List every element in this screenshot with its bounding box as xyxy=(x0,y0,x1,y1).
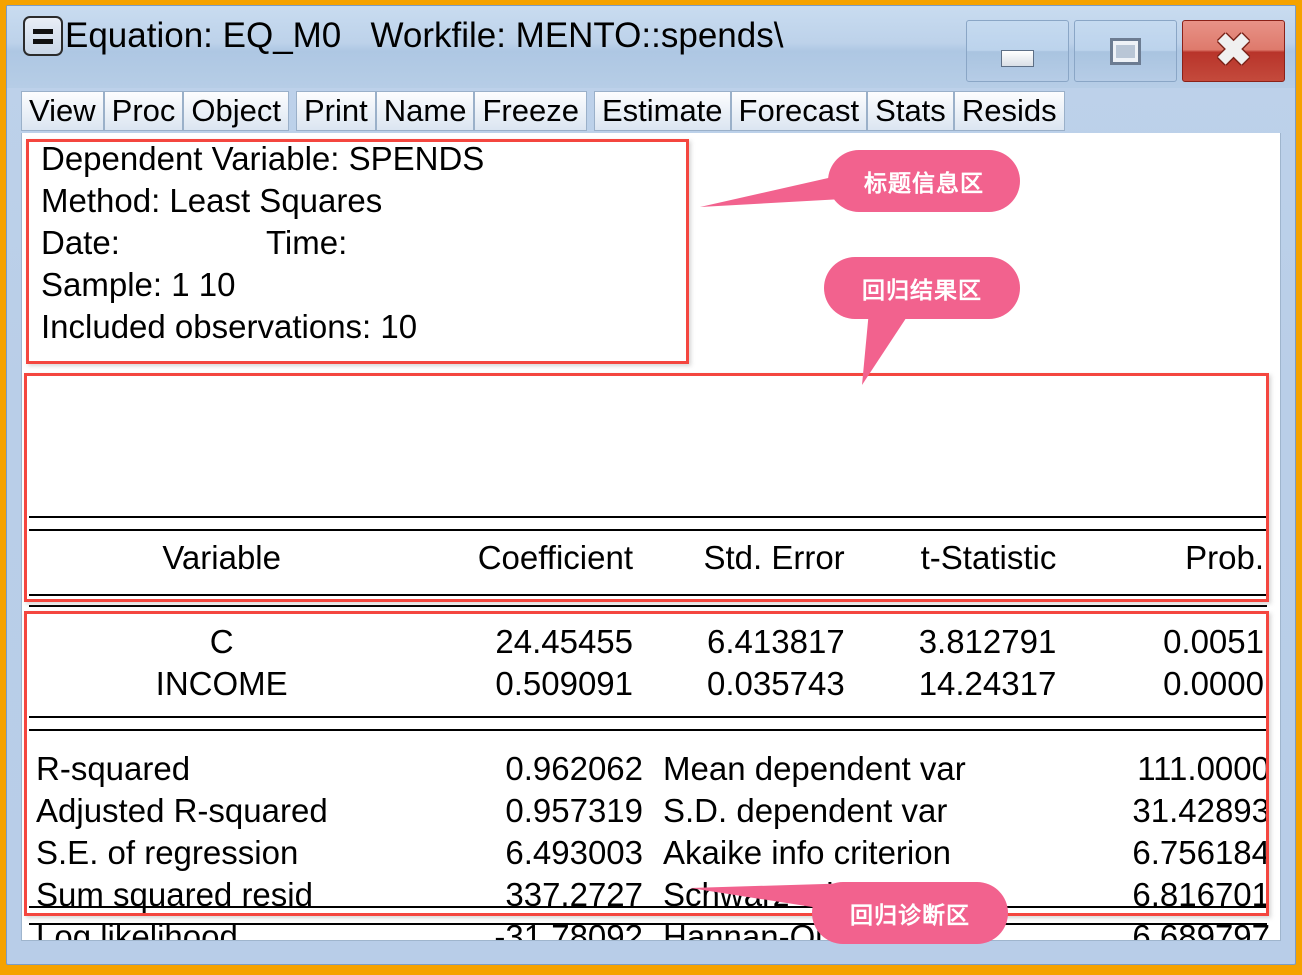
minimize-button[interactable] xyxy=(966,20,1069,82)
stat-value-right: 6.689797 xyxy=(1074,918,1270,941)
equation-toolbar: View Proc Object Print Name Freeze Estim… xyxy=(21,91,1065,131)
coefficient-table-header: Variable Coefficient Std. Error t-Statis… xyxy=(22,535,1270,581)
stat-label-right: Mean dependent var xyxy=(643,750,1074,788)
stat-label-left: R-squared xyxy=(22,750,447,788)
equation-output-panel: Dependent Variable: SPENDS Method: Least… xyxy=(21,133,1281,941)
callout-label: 回归诊断区 xyxy=(850,896,970,930)
cell-t-statistic: 3.812791 xyxy=(845,623,1057,661)
table-row: R-squared 0.962062 Mean dependent var 11… xyxy=(22,748,1270,790)
toolbar-button-print[interactable]: Print xyxy=(296,91,376,131)
callout-regression-diagnostics: 回归诊断区 xyxy=(812,882,1008,944)
stat-value-right: 6.756184 xyxy=(1074,834,1270,872)
toolbar-button-stats[interactable]: Stats xyxy=(867,91,954,131)
close-icon: ✖ xyxy=(1215,29,1252,73)
cell-prob: 0.0051 xyxy=(1056,623,1270,661)
column-header-variable: Variable xyxy=(22,539,421,577)
eviews-equation-window: Equation: EQ_M0 Workfile: MENTO::spends\… xyxy=(6,5,1296,965)
stat-value-left: 337.2727 xyxy=(447,876,643,914)
toolbar-button-forecast[interactable]: Forecast xyxy=(731,91,868,131)
column-header-t-statistic: t-Statistic xyxy=(845,539,1057,577)
column-header-std-error: Std. Error xyxy=(633,539,845,577)
stat-label-left: Adjusted R-squared xyxy=(22,792,447,830)
maximize-button[interactable] xyxy=(1074,20,1177,82)
regression-report: Dependent Variable: SPENDS Method: Least… xyxy=(22,133,1280,939)
cell-prob: 0.0000 xyxy=(1056,665,1270,703)
window-controls: ✖ xyxy=(966,20,1285,82)
table-row: C 24.45455 6.413817 3.812791 0.0051 xyxy=(22,621,1270,663)
stat-value-right: 31.42893 xyxy=(1074,792,1270,830)
column-header-prob: Prob. xyxy=(1056,539,1270,577)
method-line: Method: Least Squares xyxy=(27,180,682,222)
cell-coefficient: 24.45455 xyxy=(421,623,633,661)
table-row: S.E. of regression 6.493003 Akaike info … xyxy=(22,832,1270,874)
rule-coef-top2 xyxy=(29,529,1267,531)
stat-value-left: 6.493003 xyxy=(447,834,643,872)
column-header-coefficient: Coefficient xyxy=(421,539,633,577)
callout-label: 回归结果区 xyxy=(862,271,982,305)
rule-diag-top xyxy=(29,716,1267,718)
cell-t-statistic: 14.24317 xyxy=(845,665,1057,703)
stat-value-left: 0.962062 xyxy=(447,750,643,788)
toolbar-button-view[interactable]: View xyxy=(21,91,104,131)
close-button[interactable]: ✖ xyxy=(1182,20,1285,82)
minimize-icon xyxy=(1001,50,1034,67)
stat-label-left: Sum squared resid xyxy=(22,876,447,914)
table-row: INCOME 0.509091 0.035743 14.24317 0.0000 xyxy=(22,663,1270,705)
cell-variable: INCOME xyxy=(22,665,421,703)
stat-value-right: 111.0000 xyxy=(1074,750,1270,788)
toolbar-button-name[interactable]: Name xyxy=(376,91,475,131)
maximize-icon xyxy=(1110,38,1141,65)
window-titlebar: Equation: EQ_M0 Workfile: MENTO::spends\… xyxy=(7,6,1295,88)
cell-std-error: 6.413817 xyxy=(633,623,845,661)
toolbar-button-resids[interactable]: Resids xyxy=(954,91,1065,131)
toolbar-button-estimate[interactable]: Estimate xyxy=(594,91,731,131)
stat-value-left: -31.78092 xyxy=(447,918,643,941)
callout-title-info: 标题信息区 xyxy=(828,150,1020,212)
rule-bottom-1 xyxy=(29,906,1267,908)
dependent-variable-line: Dependent Variable: SPENDS xyxy=(27,138,682,180)
toolbar-button-proc[interactable]: Proc xyxy=(104,91,184,131)
stat-value-left: 0.957319 xyxy=(447,792,643,830)
toolbar-button-freeze[interactable]: Freeze xyxy=(474,91,586,131)
toolbar-button-object[interactable]: Object xyxy=(183,91,289,131)
table-row: Log likelihood -31.78092 Hannan-Quinn cr… xyxy=(22,916,1270,941)
date-time-line: Date: Time: xyxy=(27,222,682,264)
cell-std-error: 0.035743 xyxy=(633,665,845,703)
table-row: Adjusted R-squared 0.957319 S.D. depende… xyxy=(22,790,1270,832)
sample-line: Sample: 1 10 xyxy=(27,264,682,306)
regression-diagnostics-region: R-squared 0.962062 Mean dependent var 11… xyxy=(22,748,1270,941)
table-row: Sum squared resid 337.2727 Schwarz crite… xyxy=(22,874,1270,916)
stat-label-left: Log likelihood xyxy=(22,918,447,941)
callout-regression-results: 回归结果区 xyxy=(824,257,1020,319)
rule-bottom-2 xyxy=(29,923,1267,925)
rule-diag-top2 xyxy=(29,729,1267,731)
stat-label-left: S.E. of regression xyxy=(22,834,447,872)
stat-value-right: 6.816701 xyxy=(1074,876,1270,914)
screenshot-root: Equation: EQ_M0 Workfile: MENTO::spends\… xyxy=(0,0,1302,975)
stat-label-right: S.D. dependent var xyxy=(643,792,1074,830)
cell-variable: C xyxy=(22,623,421,661)
titlebar-left-group: Equation: EQ_M0 Workfile: MENTO::spends\ xyxy=(23,16,783,56)
equation-object-icon xyxy=(23,16,63,56)
header-info-region: Dependent Variable: SPENDS Method: Least… xyxy=(27,138,682,348)
rule-coef-top xyxy=(29,516,1267,518)
cell-coefficient: 0.509091 xyxy=(421,665,633,703)
window-title: Equation: EQ_M0 Workfile: MENTO::spends\ xyxy=(65,16,783,56)
included-observations-line: Included observations: 10 xyxy=(27,306,682,348)
callout-label: 标题信息区 xyxy=(864,164,984,198)
rule-under-headers xyxy=(29,594,1267,596)
stat-label-right: Akaike info criterion xyxy=(643,834,1074,872)
rule-under-headers2 xyxy=(29,605,1267,607)
